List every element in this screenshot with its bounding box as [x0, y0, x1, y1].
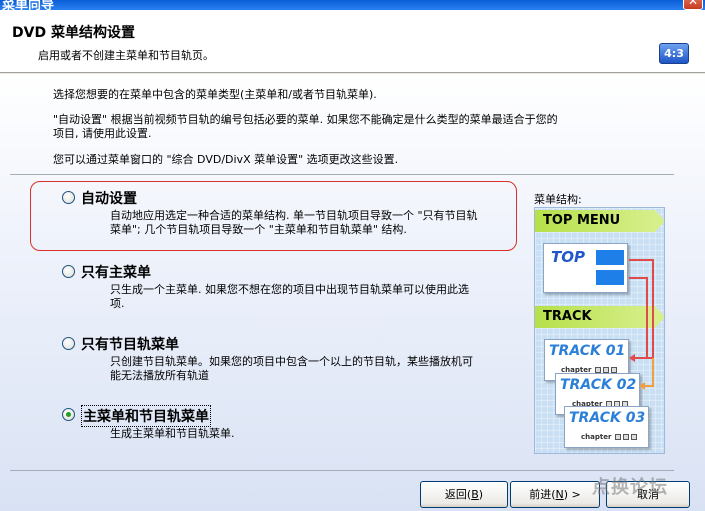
next-button[interactable]: 前进(N) >	[510, 481, 600, 508]
radio-track-only[interactable]	[62, 337, 75, 350]
option-main-only-desc-2: 项.	[110, 297, 125, 310]
separator	[10, 174, 674, 175]
menu-structure-preview: TOP MENU TOP TRACK TRACK 01 chapter TRAC…	[534, 207, 665, 454]
option-track-only-desc-1: 只创建节目轨菜单。如果您的项目中包含一个以上的节目轨，某些播放机可	[110, 355, 473, 368]
option-auto-label[interactable]: 自动设置	[81, 188, 137, 208]
next-button-label: 前进	[529, 488, 552, 501]
option-main-only-label[interactable]: 只有主菜单	[81, 262, 151, 282]
menu-structure-label: 菜单结构:	[534, 193, 582, 206]
radio-main-and-track[interactable]	[62, 408, 75, 421]
back-button[interactable]: 返回(B)	[420, 481, 508, 508]
intro-line-2b: 项目, 请使用此设置.	[53, 127, 152, 140]
next-arrow: >	[571, 488, 581, 501]
radio-auto[interactable]	[62, 191, 75, 204]
bottom-separator	[10, 470, 674, 471]
radio-main-only[interactable]	[62, 265, 75, 278]
option-auto-desc-1: 自动地应用选定一种合适的菜单结构. 单一节目轨项目导致一个 "只有节目轨	[110, 209, 478, 222]
intro-line-3: 您可以通过菜单窗口的 "综合 DVD/DivX 菜单设置" 选项更改这些设置.	[53, 153, 399, 166]
intro-line-1: 选择您想要的在菜单中包含的菜单类型(主菜单和/或者节目轨菜单).	[53, 88, 377, 101]
page-title: DVD 菜单结构设置	[12, 25, 135, 41]
wizard-header: DVD 菜单结构设置 启用或者不创建主菜单和节目轨页。 4:3	[0, 10, 705, 73]
intro-line-2a: "自动设置" 根据当前视频节目轨的编号包括必要的菜单. 如果您不能确定是什么类型…	[53, 113, 558, 126]
title-bar: 菜单向导 ✕	[0, 0, 705, 10]
back-button-label: 返回	[444, 488, 467, 501]
option-main-only-desc-1: 只生成一个主菜单. 如果您不想在您的项目中出现节目轨菜单可以使用此选	[110, 283, 469, 296]
option-main-and-track-desc-1: 生成主菜单和节目轨菜单.	[110, 427, 235, 440]
close-button[interactable]: ✕	[683, 0, 703, 10]
option-track-only-label[interactable]: 只有节目轨菜单	[81, 334, 179, 354]
watermark: 点换论坛	[592, 477, 668, 498]
option-main-and-track-label[interactable]: 主菜单和节目轨菜单	[81, 405, 211, 427]
next-button-key: N	[555, 488, 564, 501]
link-arrows-icon	[629, 259, 654, 390]
page-subtitle: 启用或者不创建主菜单和节目轨页。	[38, 49, 214, 62]
option-auto-desc-2: 菜单"; 几个节目轨项目导致一个 "主菜单和节目轨菜单" 结构.	[110, 223, 407, 236]
window-title: 菜单向导	[2, 0, 55, 10]
option-track-only-desc-2: 能无法播放所有轨道	[110, 369, 209, 382]
back-button-key: B	[471, 488, 479, 501]
aspect-ratio-icon: 4:3	[659, 43, 689, 64]
